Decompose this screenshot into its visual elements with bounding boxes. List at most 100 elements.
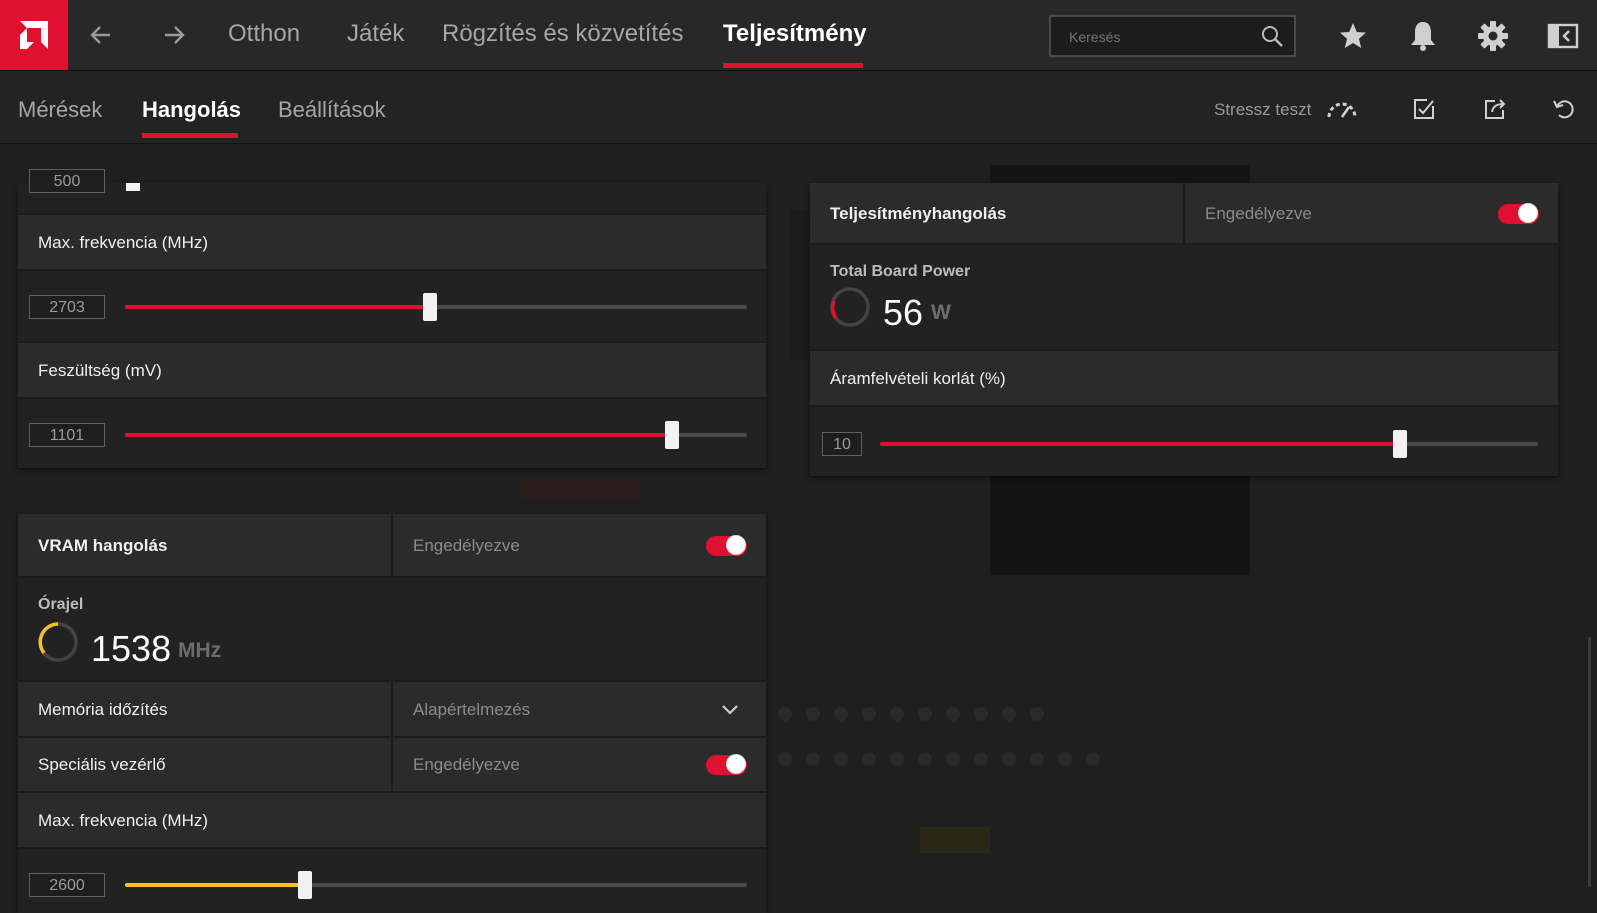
tab-metrics[interactable]: Mérések — [18, 97, 102, 123]
partial-value-box[interactable]: 500 — [29, 169, 105, 193]
scrollbar[interactable] — [1588, 637, 1591, 887]
tbp-label: Total Board Power — [830, 263, 971, 280]
power-limit-header: Áramfelvételi korlát (%) — [810, 351, 1558, 407]
mem-timing-row[interactable]: Memória időzítés Alapértelmezés — [18, 682, 766, 738]
active-subtab-indicator — [142, 133, 238, 138]
vram-header-row: VRAM hangolás Engedélyezve — [18, 514, 766, 578]
power-state-label: Engedélyezve — [1205, 204, 1312, 223]
stress-test-label[interactable]: Stressz teszt — [1214, 100, 1311, 120]
sub-nav-bar: Mérések Hangolás Beállítások Stressz tes… — [0, 71, 1597, 144]
undo-icon — [1553, 100, 1574, 119]
gpu-max-freq-header: Max. frekvencia (MHz) — [18, 215, 766, 271]
amd-logo-icon — [20, 21, 48, 49]
tab-performance[interactable]: Teljesítmény — [723, 20, 867, 48]
vram-clock-unit: MHz — [178, 639, 222, 662]
divider — [391, 514, 393, 576]
divider — [1183, 183, 1185, 243]
active-tab-indicator — [723, 63, 863, 68]
bell-icon — [1411, 22, 1435, 51]
notifications-button[interactable] — [1405, 18, 1441, 54]
vram-tuning-panel: VRAM hangolás Engedélyezve Órajel 1538 M… — [18, 514, 766, 913]
gpu-voltage-label: Feszültség (mV) — [38, 361, 162, 380]
gpu-tuning-panel: 500 Max. frekvencia (MHz) 2703 Feszültsé… — [18, 169, 766, 468]
tab-gaming[interactable]: Játék — [347, 20, 404, 48]
settings-button[interactable] — [1475, 18, 1511, 54]
slider-thumb[interactable] — [665, 421, 680, 449]
tbp-row: Total Board Power 56 W — [810, 245, 1558, 351]
slider-thumb[interactable] — [298, 871, 313, 899]
arrow-left-icon — [90, 26, 110, 44]
vram-clock-row: Órajel 1538 MHz — [18, 578, 766, 682]
special-control-toggle[interactable] — [706, 754, 747, 775]
search-icon[interactable] — [1260, 24, 1284, 53]
power-limit-row: 10 — [810, 407, 1558, 476]
back-button[interactable] — [84, 18, 118, 52]
power-tuning-panel: Teljesítményhangolás Engedélyezve Total … — [810, 183, 1558, 476]
slider-fill — [125, 433, 673, 437]
forward-button[interactable] — [157, 18, 191, 52]
search-box[interactable] — [1049, 15, 1296, 57]
gpu-voltage-row: 1101 — [18, 399, 766, 468]
export-icon — [1485, 99, 1506, 119]
divider — [391, 738, 393, 791]
power-limit-value[interactable]: 10 — [822, 432, 862, 456]
apply-changes-button[interactable] — [1408, 93, 1440, 125]
stress-test-button[interactable] — [1326, 93, 1358, 125]
star-icon — [1340, 23, 1366, 48]
vram-max-freq-header: Max. frekvencia (MHz) — [18, 793, 766, 849]
vram-max-freq-row: 2600 — [18, 849, 766, 913]
gpu-max-freq-value[interactable]: 2703 — [29, 295, 105, 319]
reset-button[interactable] — [1547, 93, 1579, 125]
special-control-state: Engedélyezve — [413, 755, 520, 774]
chevron-down-icon[interactable] — [721, 704, 739, 716]
divider — [391, 682, 393, 736]
search-input[interactable] — [1067, 26, 1261, 48]
gpu-max-freq-row: 2703 — [18, 271, 766, 343]
gpu-max-freq-slider[interactable] — [125, 293, 747, 321]
tab-settings[interactable]: Beállítások — [278, 97, 386, 123]
background-dots — [778, 752, 1100, 766]
vram-clock-label: Órajel — [38, 596, 84, 613]
tab-tuning[interactable]: Hangolás — [142, 97, 241, 123]
special-control-row: Speciális vezérlő Engedélyezve — [18, 738, 766, 793]
amd-logo[interactable] — [0, 0, 68, 70]
vram-toggle[interactable] — [706, 535, 747, 556]
power-header-row: Teljesítményhangolás Engedélyezve — [810, 183, 1558, 245]
slider-fill — [125, 883, 306, 887]
gpu-voltage-slider[interactable] — [125, 421, 747, 449]
vram-max-freq-slider[interactable] — [125, 871, 747, 899]
tbp-unit: W — [931, 301, 951, 324]
gear-icon — [1478, 21, 1508, 51]
slider-thumb[interactable] — [422, 293, 437, 321]
tab-record-stream[interactable]: Rögzítés és közvetítés — [442, 20, 683, 48]
partial-row: 500 — [18, 169, 766, 215]
slider-fill — [880, 442, 1400, 446]
export-button[interactable] — [1479, 93, 1511, 125]
background-dots — [778, 707, 1044, 721]
speedometer-icon — [1327, 102, 1357, 118]
background-blur — [520, 480, 640, 500]
power-tuning-toggle[interactable] — [1498, 203, 1539, 224]
sidebar-toggle-button[interactable] — [1545, 18, 1581, 54]
tbp-gauge-icon — [830, 287, 870, 327]
vram-title: VRAM hangolás — [38, 536, 168, 555]
mem-timing-value[interactable]: Alapértelmezés — [413, 700, 530, 720]
gpu-voltage-header: Feszültség (mV) — [18, 343, 766, 399]
vram-clock-value: 1538 — [91, 628, 172, 669]
slider-fill — [125, 305, 430, 309]
tbp-value: 56 — [883, 292, 924, 333]
power-limit-label: Áramfelvételi korlát (%) — [830, 369, 1006, 388]
vram-clock-gauge-icon — [38, 622, 78, 662]
tab-home[interactable]: Otthon — [228, 20, 300, 48]
save-icon — [1414, 99, 1434, 119]
vram-max-freq-value[interactable]: 2600 — [29, 873, 105, 897]
favorites-button[interactable] — [1335, 18, 1371, 54]
panel-icon — [1547, 23, 1579, 49]
background-blur — [920, 827, 990, 853]
partial-slider-thumb[interactable] — [126, 183, 140, 191]
power-limit-slider[interactable] — [880, 430, 1538, 458]
slider-thumb[interactable] — [1392, 430, 1407, 458]
gpu-voltage-value[interactable]: 1101 — [29, 423, 105, 447]
vram-max-freq-label: Max. frekvencia (MHz) — [38, 811, 209, 830]
power-title: Teljesítményhangolás — [830, 204, 1007, 223]
